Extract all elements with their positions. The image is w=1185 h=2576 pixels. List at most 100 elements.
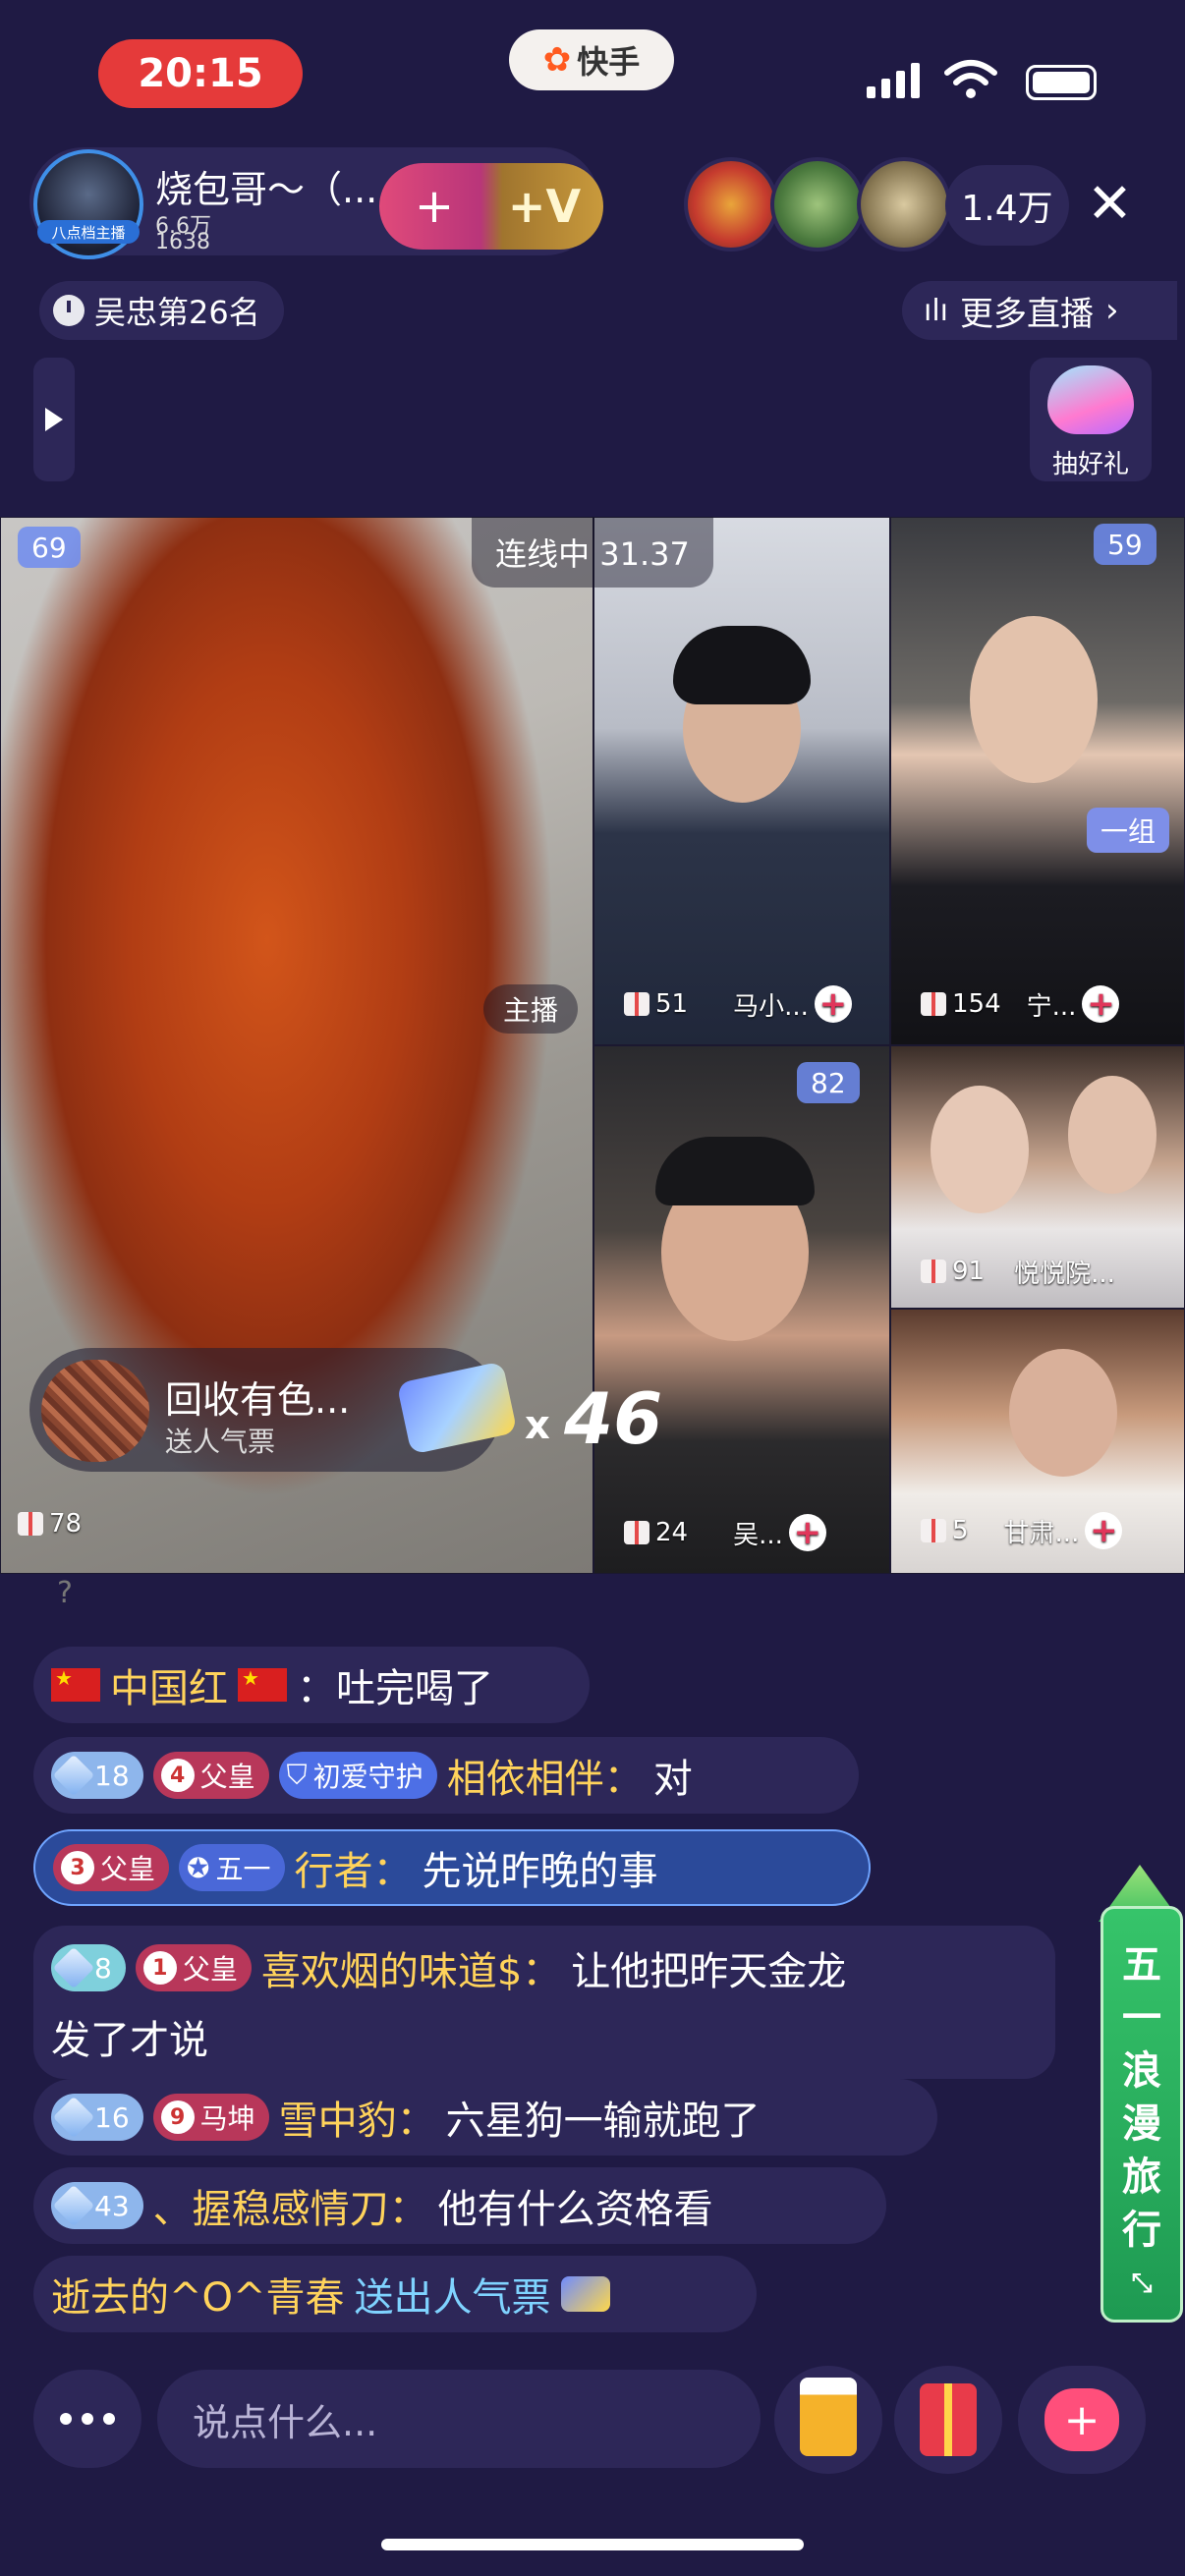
fan-club-badge: 4 父皇: [152, 1752, 269, 1799]
tile-follow-button[interactable]: +: [788, 1514, 826, 1551]
heart-icon: +: [1044, 2388, 1119, 2451]
fan-club-badge: 1 父皇: [135, 1944, 252, 1991]
guest-tile[interactable]: 91 悦悦院...: [890, 1045, 1185, 1309]
chat-message[interactable]: 43 、握稳感情刀： 他有什么资格看: [33, 2167, 886, 2244]
chat-username: 行者：: [294, 1849, 413, 1894]
chat-text: 六星狗一输就跑了: [445, 2099, 761, 2144]
app-badge[interactable]: ✿ 快手: [509, 29, 674, 90]
cellular-signal-icon: [867, 63, 920, 98]
guest-tile[interactable]: 5 甘肃... +: [890, 1309, 1185, 1574]
guest-face: [1068, 1076, 1157, 1194]
chat-username: 雪中豹：: [278, 2099, 436, 2144]
gift-icon: [921, 992, 946, 1016]
chat-message[interactable]: 中国红 ：吐完喝了: [33, 1647, 590, 1723]
lottery-icon: [1047, 365, 1134, 434]
more-live-label: 更多直播: [960, 294, 1095, 334]
guest-tile[interactable]: 51 马小... +: [593, 517, 890, 1045]
popularity-ticket-icon: [560, 2276, 610, 2312]
viewer-count[interactable]: 1.4万: [945, 165, 1069, 246]
more-live-button[interactable]: ılı 更多直播 ›: [902, 281, 1177, 340]
close-icon[interactable]: ✕: [1087, 175, 1133, 234]
diamond-icon: [52, 1946, 95, 1989]
gift-icon: [624, 992, 649, 1016]
tile-guest-name: 悦悦院...: [1014, 1259, 1115, 1289]
beer-icon: [800, 2378, 857, 2456]
tile-follow-button[interactable]: +: [1085, 1512, 1123, 1549]
tile-bar: 51 马小... +: [624, 980, 852, 1029]
fan-level-badge: 8: [51, 1944, 126, 1991]
follow-button[interactable]: + +V: [379, 163, 603, 250]
diamond-icon: [52, 1754, 95, 1797]
promo-title: 回收有色...: [165, 1378, 351, 1422]
gift-icon: [920, 2383, 977, 2456]
kuaishou-logo-icon: ✿: [542, 40, 572, 80]
chat-message[interactable]: 16 9 马坤 雪中豹： 六星狗一输就跑了: [33, 2079, 937, 2156]
tile-guest-name: 宁...: [1026, 991, 1077, 1022]
banner-char: 一: [1122, 1995, 1161, 2041]
top-viewer-avatar[interactable]: [770, 157, 865, 252]
battery-icon: [1026, 65, 1097, 100]
top-viewer-avatar[interactable]: [857, 157, 951, 252]
seat-number: 69: [18, 527, 81, 568]
help-icon[interactable]: ?: [57, 1576, 73, 1610]
chat-text: 送出人气票: [354, 2275, 551, 2321]
host-label: 主播: [483, 984, 578, 1034]
promo-subtitle: 送人气票: [165, 1426, 276, 1458]
chat-message[interactable]: 8 1 父皇 喜欢烟的味道$： 让他把昨天金龙 发了才说: [33, 1926, 1055, 2079]
guest-face: [931, 1086, 1029, 1213]
top-viewer-avatar[interactable]: [684, 157, 778, 252]
guest-hair: [673, 626, 811, 704]
gift-icon: [18, 1512, 43, 1536]
streamer-comments: 1638: [155, 230, 210, 254]
fan-club-badge: 3 父皇: [53, 1844, 170, 1891]
group-label: 一组: [1087, 808, 1169, 853]
tile-follow-button[interactable]: +: [1082, 985, 1120, 1023]
tile-bar: 5 甘肃... +: [921, 1506, 1123, 1555]
chat-message[interactable]: 18 4 父皇 ⛉ 初爱守护 相依相伴： 对: [33, 1737, 859, 1814]
more-options-button[interactable]: [33, 2370, 141, 2468]
china-flag-icon: [238, 1666, 287, 1702]
shield-icon: ⛉: [286, 1759, 308, 1791]
banner-char: 五: [1122, 1942, 1161, 1988]
tile-follow-button[interactable]: +: [814, 985, 852, 1023]
chat-username: 、握稳感情刀：: [152, 2187, 428, 2232]
home-indicator[interactable]: [381, 2539, 804, 2550]
chat-username: 逝去的^O^青春: [51, 2275, 345, 2321]
tile-bar: 154 宁... +: [921, 980, 1120, 1029]
tile-gift-count: 5: [952, 1516, 969, 1545]
tile-gift-count: 51: [655, 989, 689, 1019]
chevron-right-icon: ›: [1105, 291, 1119, 330]
combo-x: x: [525, 1403, 550, 1448]
guest-tile[interactable]: 59 154 宁... +: [890, 517, 1185, 1045]
heart-icon: +: [414, 179, 455, 234]
like-button[interactable]: +: [1018, 2366, 1146, 2474]
chat-text: ：吐完喝了: [297, 1666, 493, 1711]
chat-message[interactable]: 3 父皇 ✪ 五一 行者： 先说昨晚的事: [33, 1829, 871, 1906]
rank-badge[interactable]: 吴忠第26名: [39, 281, 284, 340]
fan-level-badge: 43: [51, 2182, 143, 2229]
seat-number: 59: [1094, 524, 1157, 565]
guest-tile[interactable]: 82 24 吴... +: [593, 1045, 890, 1574]
avatar-tag: 八点档主播: [37, 220, 140, 244]
bars-icon: ılı: [924, 293, 949, 328]
app-badge-label: 快手: [577, 43, 641, 81]
streamer-name: 烧包哥～（...: [155, 168, 378, 211]
may-day-travel-banner[interactable]: 五 一 浪 漫 旅 行 ⤡: [1100, 1906, 1183, 2323]
diamond-icon: [52, 2184, 95, 2227]
tile-gift-count: 24: [655, 1518, 689, 1547]
gift-icon: [921, 1519, 946, 1542]
tile-guest-name: 吴...: [733, 1520, 783, 1550]
status-time: 20:15: [98, 39, 303, 108]
main-gift-bar: 78: [18, 1499, 82, 1548]
chat-text: 让他把昨天金龙: [571, 1949, 847, 1994]
tile-guest-name: 马小...: [733, 991, 809, 1022]
banner-char: 浪: [1122, 2048, 1161, 2094]
combo-count: 46: [564, 1377, 663, 1460]
play-tab[interactable]: [33, 358, 75, 481]
guest-hair: [655, 1137, 815, 1205]
chat-text: 他有什么资格看: [437, 2187, 713, 2232]
chat-message[interactable]: 逝去的^O^青春 送出人气票: [33, 2256, 757, 2332]
banner-char: 旅: [1122, 2155, 1161, 2200]
banner-char: 行: [1122, 2208, 1161, 2253]
comment-input[interactable]: 说点什么...: [157, 2370, 761, 2468]
